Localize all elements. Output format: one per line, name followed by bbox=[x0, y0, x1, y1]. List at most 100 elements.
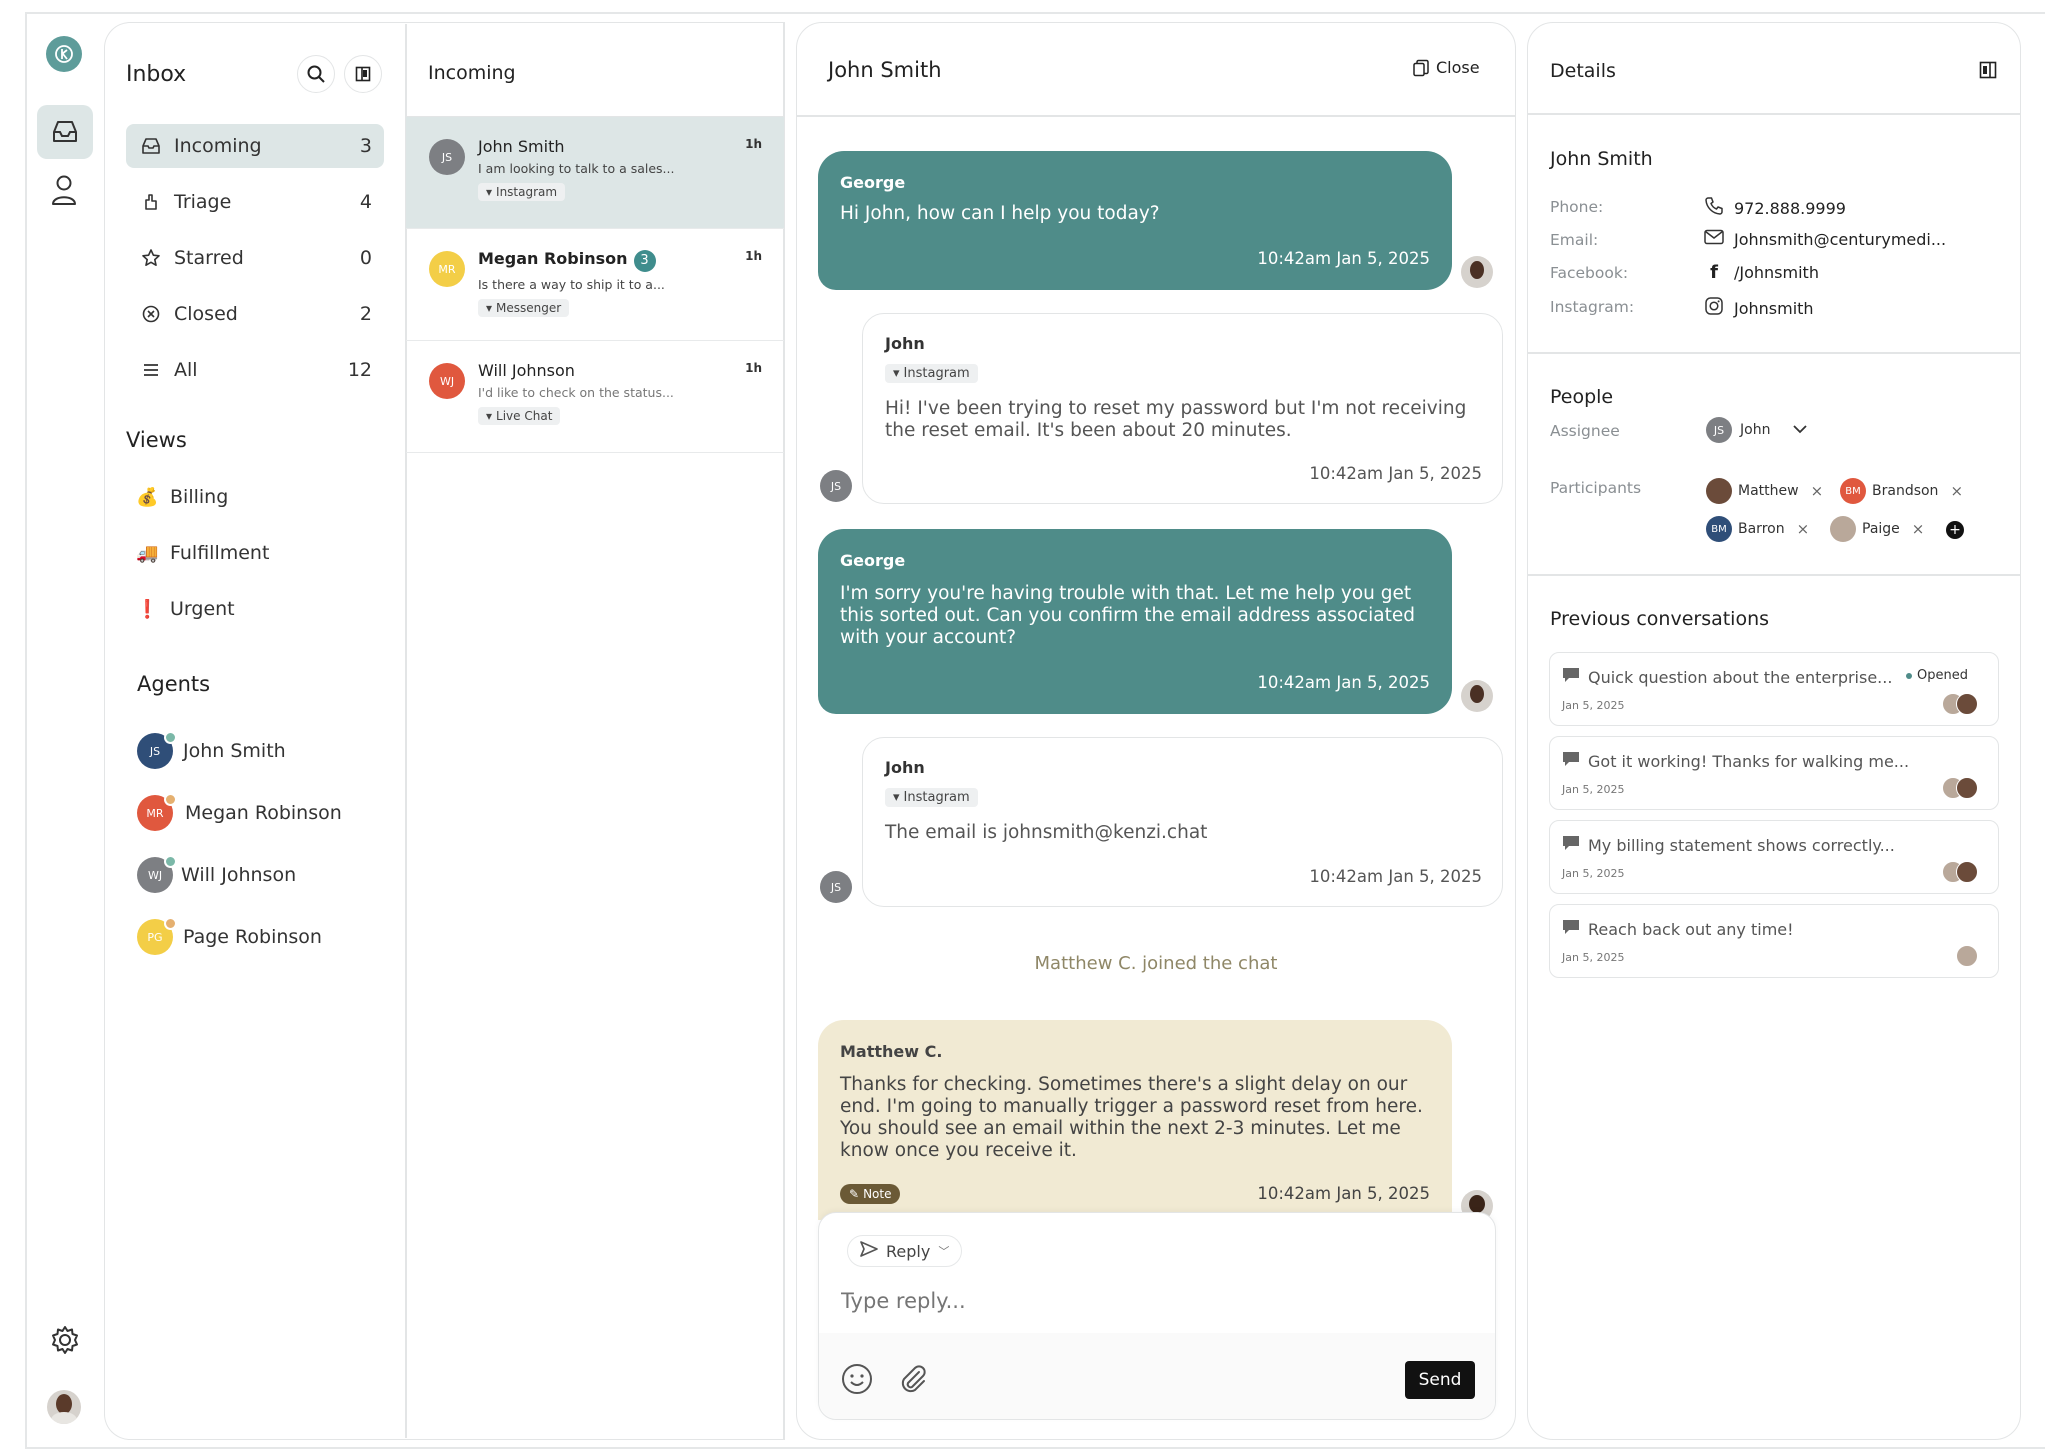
agent-megan-robinson[interactable]: MR Megan Robinson bbox=[137, 793, 342, 831]
previous-conversation-card[interactable]: Reach back out any time! Jan 5, 2025 bbox=[1549, 904, 1999, 978]
reply-mode-dropdown[interactable]: Reply ﹀ bbox=[847, 1235, 963, 1267]
attach-button[interactable] bbox=[897, 1363, 929, 1399]
avatar: PG bbox=[137, 917, 177, 955]
sidebar-toggle-icon bbox=[1979, 61, 1997, 83]
nav-count: 2 bbox=[359, 303, 372, 325]
star-icon bbox=[136, 248, 166, 268]
reply-composer: Reply ﹀ Send bbox=[818, 1212, 1496, 1420]
avatar: WJ bbox=[137, 855, 177, 893]
nav-count: 4 bbox=[359, 191, 372, 213]
details-title: Details bbox=[1550, 60, 1616, 82]
nav-closed[interactable]: Closed 2 bbox=[126, 292, 384, 336]
conversation-preview: I'd like to check on the status... bbox=[478, 385, 674, 400]
collapse-details-button[interactable] bbox=[1979, 61, 1997, 83]
view-fulfillment[interactable]: 🚚 Fulfillment bbox=[136, 542, 269, 564]
participant-chip[interactable]: BM Brandson × bbox=[1840, 478, 1963, 504]
exclamation-icon: ❗ bbox=[136, 598, 159, 620]
previous-conversation-card[interactable]: Got it working! Thanks for walking me...… bbox=[1549, 736, 1999, 810]
agent-will-johnson[interactable]: WJ Will Johnson bbox=[137, 855, 296, 893]
message-sender: George bbox=[840, 173, 906, 192]
x-circle-icon bbox=[136, 305, 166, 323]
participant-chip[interactable]: Matthew × bbox=[1706, 478, 1823, 504]
view-billing[interactable]: 💰 Billing bbox=[136, 486, 228, 508]
money-bag-icon: 💰 bbox=[136, 486, 159, 508]
previous-conversation-title: Quick question about the enterprise... bbox=[1562, 667, 1892, 687]
conversation-name: Megan Robinson 3 bbox=[478, 249, 656, 272]
remove-icon[interactable]: × bbox=[1811, 482, 1824, 500]
participant-chip[interactable]: Paige × bbox=[1830, 516, 1924, 542]
remove-icon[interactable]: × bbox=[1797, 520, 1810, 538]
agent-page-robinson[interactable]: PG Page Robinson bbox=[137, 917, 322, 955]
chat-header-divider bbox=[797, 115, 1515, 117]
previous-conversation-card[interactable]: My billing statement shows correctly... … bbox=[1549, 820, 1999, 894]
gear-icon bbox=[50, 1325, 80, 1355]
customer-avatar: JS bbox=[820, 871, 852, 903]
conversation-item[interactable]: MR Megan Robinson 3 1h Is there a way to … bbox=[406, 229, 784, 341]
previous-conversation-title: My billing statement shows correctly... bbox=[1562, 835, 1895, 855]
agent-john-smith[interactable]: JS John Smith bbox=[137, 731, 286, 769]
assignee-label: Assignee bbox=[1550, 422, 1620, 440]
email-value[interactable]: Johnsmith@centurymedi... bbox=[1704, 229, 1946, 249]
views-heading: Views bbox=[126, 428, 187, 452]
stack-icon bbox=[136, 362, 166, 378]
message-text: I'm sorry you're having trouble with tha… bbox=[840, 583, 1415, 648]
brand-logo[interactable] bbox=[46, 36, 82, 72]
close-conversation-button[interactable]: Close bbox=[1412, 58, 1480, 77]
assignee-dropdown[interactable]: JS John bbox=[1706, 417, 1808, 443]
nav-label: Incoming bbox=[174, 135, 262, 157]
nav-triage[interactable]: Triage 4 bbox=[126, 180, 384, 224]
view-urgent[interactable]: ❗ Urgent bbox=[136, 598, 235, 620]
message-time: 10:42am Jan 5, 2025 bbox=[1309, 464, 1482, 483]
chat-bubble-icon bbox=[1562, 667, 1580, 687]
filter-icon: ▾ bbox=[486, 185, 493, 199]
unread-badge: 3 bbox=[633, 249, 656, 272]
nav-count: 3 bbox=[359, 135, 372, 157]
collapse-panel-button[interactable] bbox=[344, 55, 382, 93]
phone-value[interactable]: 972.888.9999 bbox=[1704, 196, 1846, 220]
phone-label: Phone: bbox=[1550, 198, 1604, 216]
previous-conversation-date: Jan 5, 2025 bbox=[1562, 867, 1625, 880]
nav-all[interactable]: All 12 bbox=[126, 348, 384, 392]
conversation-item[interactable]: JS John Smith 1h I am looking to talk to… bbox=[406, 117, 784, 229]
customer-avatar: JS bbox=[820, 470, 852, 502]
message-sender: Matthew C. bbox=[840, 1042, 943, 1061]
emoji-button[interactable] bbox=[841, 1363, 873, 1399]
channel-tag: ▾ Live Chat bbox=[478, 407, 561, 425]
search-button[interactable] bbox=[297, 55, 335, 93]
conversation-name: Will Johnson bbox=[478, 361, 575, 380]
instagram-value[interactable]: Johnsmith bbox=[1704, 296, 1814, 320]
participant-chip[interactable]: BM Barron × bbox=[1706, 516, 1809, 542]
rail-inbox-button[interactable] bbox=[37, 105, 93, 159]
previous-conversation-card[interactable]: Quick question about the enterprise... O… bbox=[1549, 652, 1999, 726]
message-time: 10:42am Jan 5, 2025 bbox=[1309, 867, 1482, 886]
avatar bbox=[1706, 478, 1732, 504]
participants-label: Participants bbox=[1550, 479, 1642, 497]
avatar: MR bbox=[137, 793, 177, 831]
channel-tag: ▾ Instagram bbox=[478, 183, 566, 201]
user-avatar[interactable] bbox=[47, 1390, 81, 1424]
remove-icon[interactable]: × bbox=[1950, 482, 1963, 500]
nav-label: Triage bbox=[174, 191, 232, 213]
conversation-item[interactable]: WJ Will Johnson 1h I'd like to check on … bbox=[406, 341, 784, 453]
previous-conversation-date: Jan 5, 2025 bbox=[1562, 783, 1625, 796]
avatar: BM bbox=[1840, 478, 1866, 504]
pencil-icon: ✎ bbox=[849, 1187, 860, 1201]
nav-count: 12 bbox=[347, 359, 372, 381]
reply-input[interactable] bbox=[841, 1283, 1461, 1319]
rail-contacts-button[interactable] bbox=[50, 174, 78, 206]
nav-starred[interactable]: Starred 0 bbox=[126, 236, 384, 280]
facebook-value[interactable]: f/Johnsmith bbox=[1704, 262, 1819, 283]
send-button[interactable]: Send bbox=[1405, 1361, 1475, 1399]
customer-message: John ▾ Instagram The email is johnsmith@k… bbox=[862, 737, 1503, 907]
mail-icon bbox=[1704, 229, 1724, 249]
nav-incoming[interactable]: Incoming 3 bbox=[126, 124, 384, 168]
remove-icon[interactable]: × bbox=[1912, 520, 1925, 538]
settings-button[interactable] bbox=[50, 1325, 80, 1355]
instagram-label: Instagram: bbox=[1550, 298, 1635, 316]
agent-name: John Smith bbox=[183, 740, 286, 762]
add-participant-button[interactable]: + bbox=[1946, 521, 1964, 539]
avatar: BM bbox=[1706, 516, 1732, 542]
agents-heading: Agents bbox=[137, 672, 211, 696]
chevron-down-icon: ﹀ bbox=[938, 1245, 950, 1258]
instagram-icon bbox=[1704, 296, 1724, 320]
